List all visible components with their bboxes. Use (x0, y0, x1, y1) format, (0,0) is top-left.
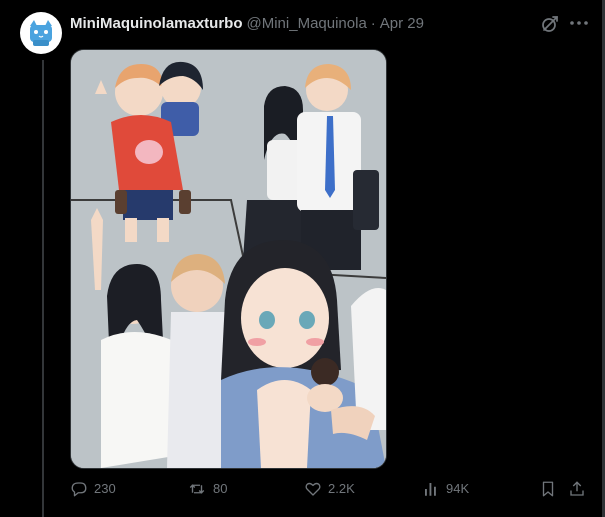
views-count: 94K (446, 481, 470, 496)
repost-count: 80 (213, 481, 228, 496)
views-icon (425, 483, 436, 496)
like-button[interactable]: 2.2K (304, 478, 355, 500)
like-icon (305, 482, 321, 496)
illustration-image (71, 50, 386, 468)
post-container: MiniMaquinolamaxturbo @Mini_Maquinola · … (0, 0, 605, 517)
like-count: 2.2K (328, 481, 355, 496)
display-name[interactable]: MiniMaquinolamaxturbo (70, 14, 243, 34)
views-button[interactable]: 94K (422, 478, 469, 500)
separator-dot: · (370, 15, 376, 32)
avatar-cat-icon (21, 13, 61, 53)
bookmark-icon (542, 481, 554, 497)
reply-count: 230 (94, 481, 116, 496)
post-image[interactable] (70, 49, 387, 469)
post-header: MiniMaquinolamaxturbo @Mini_Maquinola · … (70, 14, 424, 34)
repost-button[interactable]: 80 (187, 478, 227, 500)
avatar[interactable] (20, 12, 62, 54)
more-options-icon[interactable] (568, 12, 590, 34)
grok-icon[interactable] (540, 14, 560, 34)
repost-icon (189, 484, 205, 494)
share-button[interactable] (568, 478, 592, 500)
user-handle[interactable]: @Mini_Maquinola (247, 14, 367, 34)
reply-icon (71, 482, 87, 497)
thread-line (42, 60, 44, 517)
reply-button[interactable]: 230 (70, 478, 116, 500)
share-icon (570, 481, 584, 496)
bookmark-button[interactable] (539, 478, 563, 500)
post-timestamp[interactable]: Apr 29 (380, 14, 424, 34)
action-bar: 230 80 2.2K 94K (70, 478, 590, 500)
